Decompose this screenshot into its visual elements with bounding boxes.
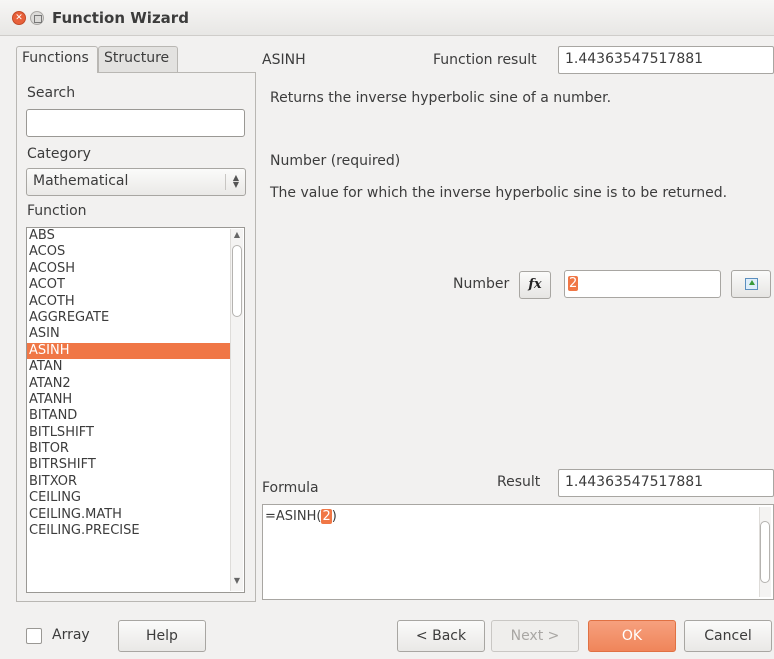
list-item[interactable]: CEILING.MATH	[27, 507, 231, 523]
number-label: Number	[453, 276, 510, 292]
array-label: Array	[52, 627, 90, 643]
formula-suffix: )	[331, 509, 337, 524]
scrollbar-thumb[interactable]	[760, 521, 770, 583]
category-select-value: Mathematical	[33, 173, 129, 189]
number-input-value: 2	[568, 276, 579, 291]
result-label: Result	[497, 474, 541, 490]
scroll-down-icon[interactable]: ▼	[231, 576, 243, 590]
window-title: Function Wizard	[52, 9, 189, 27]
function-result-label: Function result	[433, 52, 537, 68]
list-item[interactable]: ATAN2	[27, 376, 231, 392]
tab-structure[interactable]: Structure	[98, 46, 178, 72]
back-button[interactable]: < Back	[397, 620, 485, 652]
search-input[interactable]	[26, 109, 245, 137]
list-item[interactable]: AGGREGATE	[27, 310, 231, 326]
function-list[interactable]: ABS ACOS ACOSH ACOT ACOTH AGGREGATE ASIN…	[26, 227, 245, 593]
list-item[interactable]: ABS	[27, 228, 231, 244]
formula-label: Formula	[262, 480, 319, 496]
list-item-selected[interactable]: ASINH	[27, 342, 231, 360]
list-item[interactable]: BITAND	[27, 408, 231, 424]
list-item[interactable]: ATAN	[27, 359, 231, 375]
argument-title: Number (required)	[270, 153, 401, 169]
function-wizard-icon[interactable]: fx	[519, 271, 551, 299]
function-list-scrollbar[interactable]: ▲ ▼	[230, 229, 243, 591]
list-item[interactable]: BITOR	[27, 441, 231, 457]
array-checkbox[interactable]	[26, 628, 42, 644]
ok-button[interactable]: OK	[588, 620, 676, 652]
close-icon[interactable]: ✕	[12, 11, 26, 25]
formula-scrollbar[interactable]	[759, 507, 771, 597]
formula-prefix: =ASINH(	[265, 509, 322, 524]
list-item[interactable]: ACOS	[27, 244, 231, 260]
list-item[interactable]: CEILING	[27, 490, 231, 506]
help-button[interactable]: Help	[118, 620, 206, 652]
list-item[interactable]: ACOTH	[27, 294, 231, 310]
title-bar: ✕ Function Wizard	[0, 0, 774, 36]
number-input[interactable]: 2	[564, 270, 721, 298]
shrink-icon	[745, 278, 758, 290]
chevron-updown-icon: ▲ ▼	[225, 174, 239, 190]
formula-argument: 2	[321, 509, 332, 524]
argument-description: The value for which the inverse hyperbol…	[270, 185, 728, 201]
formula-editor[interactable]: =ASINH(2)	[262, 504, 774, 600]
tab-functions[interactable]: Functions	[16, 46, 98, 73]
list-item[interactable]: ATANH	[27, 392, 231, 408]
list-item[interactable]: ASIN	[27, 326, 231, 342]
function-label: Function	[27, 203, 87, 219]
function-name: ASINH	[262, 52, 306, 68]
result-field: 1.44363547517881	[558, 469, 774, 497]
next-button[interactable]: Next >	[491, 620, 579, 652]
maximize-icon[interactable]	[30, 11, 44, 25]
scrollbar-thumb[interactable]	[232, 245, 242, 317]
list-item[interactable]: BITLSHIFT	[27, 425, 231, 441]
shrink-button[interactable]	[731, 270, 771, 298]
category-label: Category	[27, 146, 91, 162]
cancel-button[interactable]: Cancel	[684, 620, 772, 652]
category-select[interactable]: Mathematical ▲ ▼	[26, 168, 246, 196]
list-item[interactable]: ACOT	[27, 277, 231, 293]
list-item[interactable]: ACOSH	[27, 261, 231, 277]
list-item[interactable]: BITXOR	[27, 474, 231, 490]
list-item[interactable]: CEILING.PRECISE	[27, 523, 231, 539]
list-item[interactable]: BITRSHIFT	[27, 457, 231, 473]
function-result-field: 1.44363547517881	[558, 46, 774, 74]
scroll-up-icon[interactable]: ▲	[231, 230, 243, 244]
search-label: Search	[27, 85, 76, 101]
function-description: Returns the inverse hyperbolic sine of a…	[270, 90, 612, 106]
